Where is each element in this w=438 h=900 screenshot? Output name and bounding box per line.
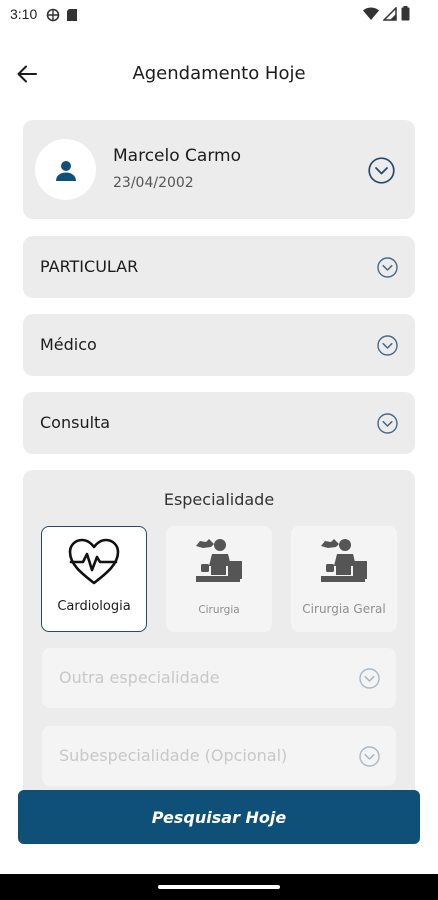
subspecialty-select[interactable]: Subespecialidade (Opcional)	[42, 726, 396, 786]
status-bar: 3:10	[0, 0, 438, 30]
patient-birth-date: 23/04/2002	[113, 175, 194, 191]
surgery-icon	[291, 536, 397, 588]
chevron-down-circle-icon	[368, 157, 395, 184]
page-title: Agendamento Hoje	[132, 63, 306, 84]
insurance-select-value: PARTICULAR	[40, 257, 139, 276]
other-specialty-select[interactable]: Outra especialidade	[42, 648, 396, 708]
status-time: 3:10	[10, 6, 38, 22]
specialty-option-cirurgia[interactable]: Cirurgia	[166, 526, 272, 632]
chevron-down-circle-icon	[377, 335, 398, 360]
chevron-down-circle-icon	[359, 668, 380, 693]
other-specialty-placeholder: Outra especialidade	[59, 668, 220, 687]
appointment-type-select-value: Consulta	[40, 413, 111, 432]
search-today-label: Pesquisar Hoje	[151, 807, 287, 827]
specialty-option-cardiologia[interactable]: Cardiologia	[41, 526, 147, 632]
heart-pulse-icon	[42, 537, 146, 587]
wifi-icon	[363, 6, 379, 25]
avatar	[35, 139, 96, 200]
professional-select[interactable]: Médico	[23, 314, 415, 376]
specialty-option-label: Cardiologia	[57, 599, 131, 614]
system-navigation-bar	[0, 874, 438, 900]
battery-icon	[401, 6, 410, 25]
patient-name: Marcelo Carmo	[113, 146, 241, 166]
chevron-down-circle-icon	[359, 746, 380, 771]
vpn-globe-icon	[46, 7, 60, 26]
surgery-icon	[166, 536, 272, 588]
sd-card-icon	[66, 7, 78, 26]
cell-signal-icon	[382, 6, 397, 25]
app-bar: Agendamento Hoje	[0, 50, 438, 98]
specialty-title: Especialidade	[163, 490, 275, 509]
specialty-option-label: Cirurgia	[198, 604, 240, 616]
subspecialty-placeholder: Subespecialidade (Opcional)	[59, 746, 288, 765]
appointment-type-select[interactable]: Consulta	[23, 392, 415, 454]
search-today-button[interactable]: Pesquisar Hoje	[18, 790, 420, 844]
professional-select-value: Médico	[40, 335, 97, 354]
patient-card[interactable]: Marcelo Carmo 23/04/2002	[23, 120, 415, 219]
person-icon	[55, 160, 76, 181]
insurance-select[interactable]: PARTICULAR	[23, 236, 415, 298]
home-gesture-handle[interactable]	[158, 885, 280, 889]
chevron-down-circle-icon	[377, 413, 398, 438]
specialty-option-label: Cirurgia Geral	[302, 602, 386, 616]
specialty-option-cirurgia-geral[interactable]: Cirurgia Geral	[291, 526, 397, 632]
patient-expand-button[interactable]	[368, 157, 395, 188]
chevron-down-circle-icon	[377, 257, 398, 282]
specialty-card: Especialidade Cardiologia Cirurgia Cirur…	[23, 470, 415, 810]
